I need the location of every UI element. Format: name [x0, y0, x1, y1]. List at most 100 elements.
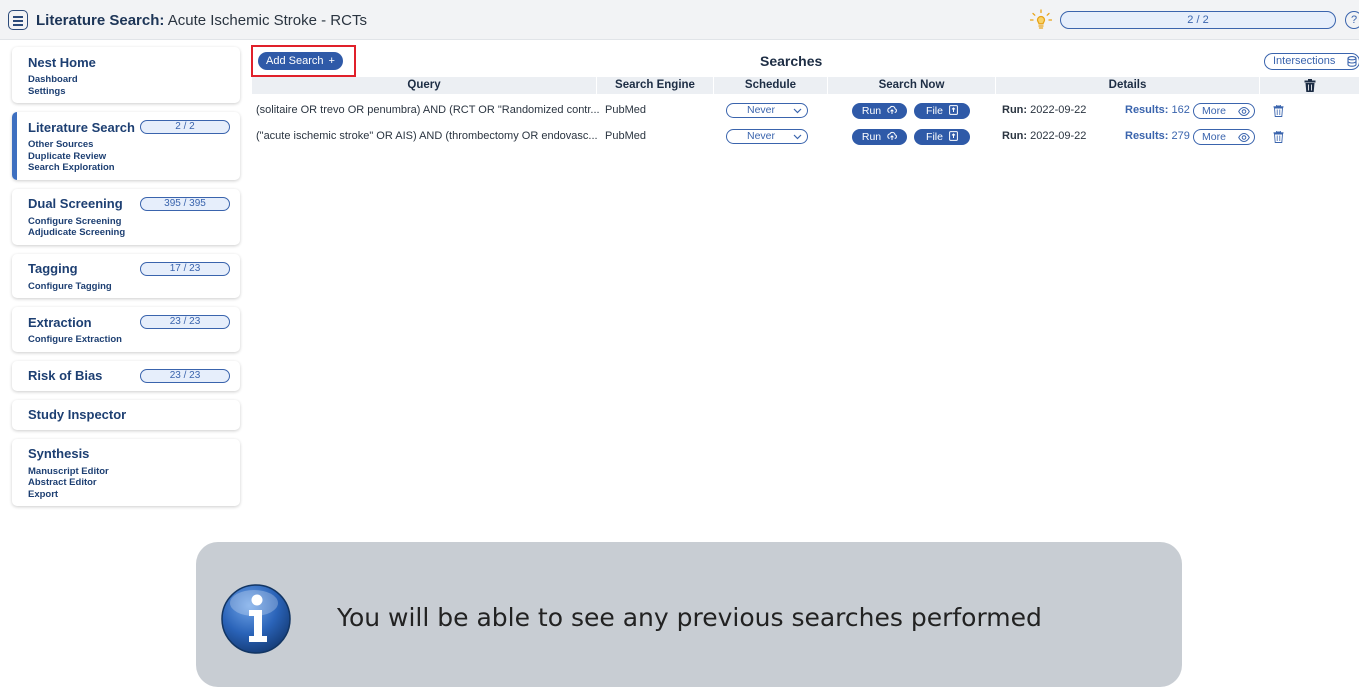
- sidebar-subitem[interactable]: Dashboard: [28, 74, 230, 86]
- page-title: Literature Search: Acute Ischemic Stroke…: [36, 12, 367, 29]
- sidebar-subitem[interactable]: Configure Tagging: [28, 281, 230, 293]
- run-button[interactable]: Run: [852, 103, 907, 119]
- results-link[interactable]: Results: 279: [1125, 123, 1190, 149]
- hamburger-menu-icon[interactable]: [8, 10, 28, 30]
- file-upload-icon: [949, 105, 958, 115]
- sidebar-card-header: Study Inspector: [28, 406, 230, 424]
- more-label: More: [1202, 105, 1226, 117]
- file-label: File: [926, 105, 943, 117]
- intersections-button[interactable]: Intersections: [1264, 53, 1359, 70]
- sidebar-subitem[interactable]: Configure Screening: [28, 216, 230, 228]
- chevron-down-icon: [793, 134, 802, 140]
- run-key: Run:: [1002, 130, 1028, 142]
- sidebar-item-title[interactable]: Synthesis: [28, 446, 89, 461]
- sidebar-subitem[interactable]: Adjudicate Screening: [28, 227, 230, 239]
- sidebar-item-title[interactable]: Extraction: [28, 315, 92, 330]
- col-delete: [1260, 77, 1359, 94]
- sidebar-item-title[interactable]: Study Inspector: [28, 407, 126, 422]
- sidebar-item-title[interactable]: Nest Home: [28, 55, 96, 70]
- lightbulb-icon[interactable]: [1030, 9, 1052, 31]
- sidebar-nav: Nest Home Dashboard Settings Literature Sea…: [12, 47, 240, 515]
- file-button[interactable]: File: [914, 103, 970, 119]
- sidebar-subitem[interactable]: Export: [28, 489, 230, 501]
- sidebar-card-header: Dual Screening 395 / 395: [28, 195, 230, 213]
- more-button[interactable]: More: [1193, 129, 1255, 145]
- run-date-value: 2022-09-22: [1030, 104, 1087, 116]
- delete-search-icon[interactable]: [1273, 130, 1284, 143]
- run-date: Run: 2022-09-22: [1002, 123, 1086, 149]
- sidebar-card-2[interactable]: Dual Screening 395 / 395 Configure Screeni…: [12, 188, 240, 245]
- sidebar-item-title[interactable]: Literature Search: [28, 120, 135, 135]
- eye-icon: [1238, 107, 1250, 116]
- sidebar-card-header: Literature Search 2 / 2: [28, 118, 230, 136]
- sidebar-subitem[interactable]: Manuscript Editor: [28, 466, 230, 478]
- results-key: Results:: [1125, 130, 1169, 142]
- cloud-upload-icon: [887, 105, 898, 114]
- cloud-upload-icon: [887, 131, 898, 140]
- schedule-select[interactable]: Never: [726, 103, 808, 118]
- sidebar-subitem[interactable]: Settings: [28, 86, 230, 98]
- run-label: Run: [861, 105, 882, 117]
- sidebar-subitem[interactable]: Configure Extraction: [28, 334, 230, 346]
- info-message: You will be able to see any previous sea…: [337, 603, 1042, 632]
- sidebar-card-0[interactable]: Nest Home Dashboard Settings: [12, 47, 240, 103]
- sidebar-item-progress: 17 / 23: [140, 261, 230, 276]
- sidebar-card-6[interactable]: Study Inspector: [12, 399, 240, 430]
- more-button[interactable]: More: [1193, 103, 1255, 119]
- sidebar-item-progress: 23 / 23: [140, 368, 230, 383]
- intersections-label: Intersections: [1273, 55, 1336, 67]
- sidebar-item-progress: 2 / 2: [140, 120, 230, 134]
- more-label: More: [1202, 131, 1226, 143]
- sidebar-subitem[interactable]: Other Sources: [28, 139, 230, 151]
- run-button[interactable]: Run: [852, 129, 907, 145]
- sidebar-card-header: Risk of Bias 23 / 23: [28, 367, 230, 385]
- delete-search-icon[interactable]: [1273, 104, 1284, 117]
- sidebar-card-5[interactable]: Risk of Bias 23 / 23: [12, 360, 240, 391]
- help-button[interactable]: ?: [1345, 11, 1359, 29]
- engine-cell: PubMed: [605, 104, 646, 116]
- sidebar-item-progress: 23 / 23: [140, 315, 230, 329]
- sidebar-card-4[interactable]: Extraction 23 / 23 Configure Extraction: [12, 307, 240, 352]
- top-bar: Literature Search: Acute Ischemic Stroke…: [0, 0, 1359, 40]
- run-label: Run: [861, 131, 882, 143]
- col-schedule: Schedule: [714, 77, 828, 94]
- file-label: File: [926, 131, 943, 143]
- highlight-box: [251, 45, 356, 77]
- sidebar-card-header: Synthesis: [28, 445, 230, 463]
- query-cell[interactable]: (solitaire OR trevo OR penumbra) AND (RC…: [256, 97, 600, 123]
- sidebar-card-header: Extraction 23 / 23: [28, 313, 230, 331]
- sidebar-item-title[interactable]: Risk of Bias: [28, 368, 102, 383]
- sidebar-subitem[interactable]: Duplicate Review: [28, 151, 230, 163]
- sidebar-subitem[interactable]: Search Exploration: [28, 162, 230, 174]
- sidebar-item-title[interactable]: Tagging: [28, 261, 78, 276]
- searches-table-header: Query Search Engine Schedule Search Now …: [252, 77, 1359, 94]
- sidebar-card-7[interactable]: Synthesis Manuscript Editor Abstract Edito…: [12, 438, 240, 506]
- sidebar-item-progress: 395 / 395: [140, 196, 230, 211]
- sidebar-card-3[interactable]: Tagging 17 / 23 Configure Tagging: [12, 253, 240, 298]
- results-count: 279: [1171, 130, 1190, 142]
- info-icon: [221, 584, 291, 654]
- schedule-value: Never: [747, 104, 776, 116]
- file-button[interactable]: File: [914, 129, 970, 145]
- run-key: Run:: [1002, 104, 1028, 116]
- sidebar-subitem[interactable]: Abstract Editor: [28, 477, 230, 489]
- sidebar-card-header: Tagging 17 / 23: [28, 260, 230, 278]
- schedule-select[interactable]: Never: [726, 129, 808, 144]
- table-row: ("acute ischemic stroke" OR AIS) AND (th…: [252, 123, 1359, 149]
- overall-progress-bar[interactable]: 2 / 2: [1060, 11, 1336, 29]
- results-count: 162: [1171, 104, 1190, 116]
- eye-icon: [1238, 133, 1250, 142]
- results-link[interactable]: Results: 162: [1125, 97, 1190, 123]
- schedule-value: Never: [747, 130, 776, 142]
- run-date: Run: 2022-09-22: [1002, 97, 1086, 123]
- col-search-now: Search Now: [828, 77, 996, 94]
- sidebar-item-title[interactable]: Dual Screening: [28, 196, 123, 211]
- page-title-project: Acute Ischemic Stroke - RCTs: [167, 12, 367, 29]
- query-cell[interactable]: ("acute ischemic stroke" OR AIS) AND (th…: [256, 123, 598, 149]
- engine-cell: PubMed: [605, 130, 646, 142]
- sidebar-card-1[interactable]: Literature Search 2 / 2 Other Sources Dupli…: [12, 112, 240, 180]
- trash-header-icon: [1304, 79, 1315, 92]
- info-callout: You will be able to see any previous sea…: [196, 542, 1182, 687]
- table-row: (solitaire OR trevo OR penumbra) AND (RC…: [252, 97, 1359, 123]
- results-key: Results:: [1125, 104, 1169, 116]
